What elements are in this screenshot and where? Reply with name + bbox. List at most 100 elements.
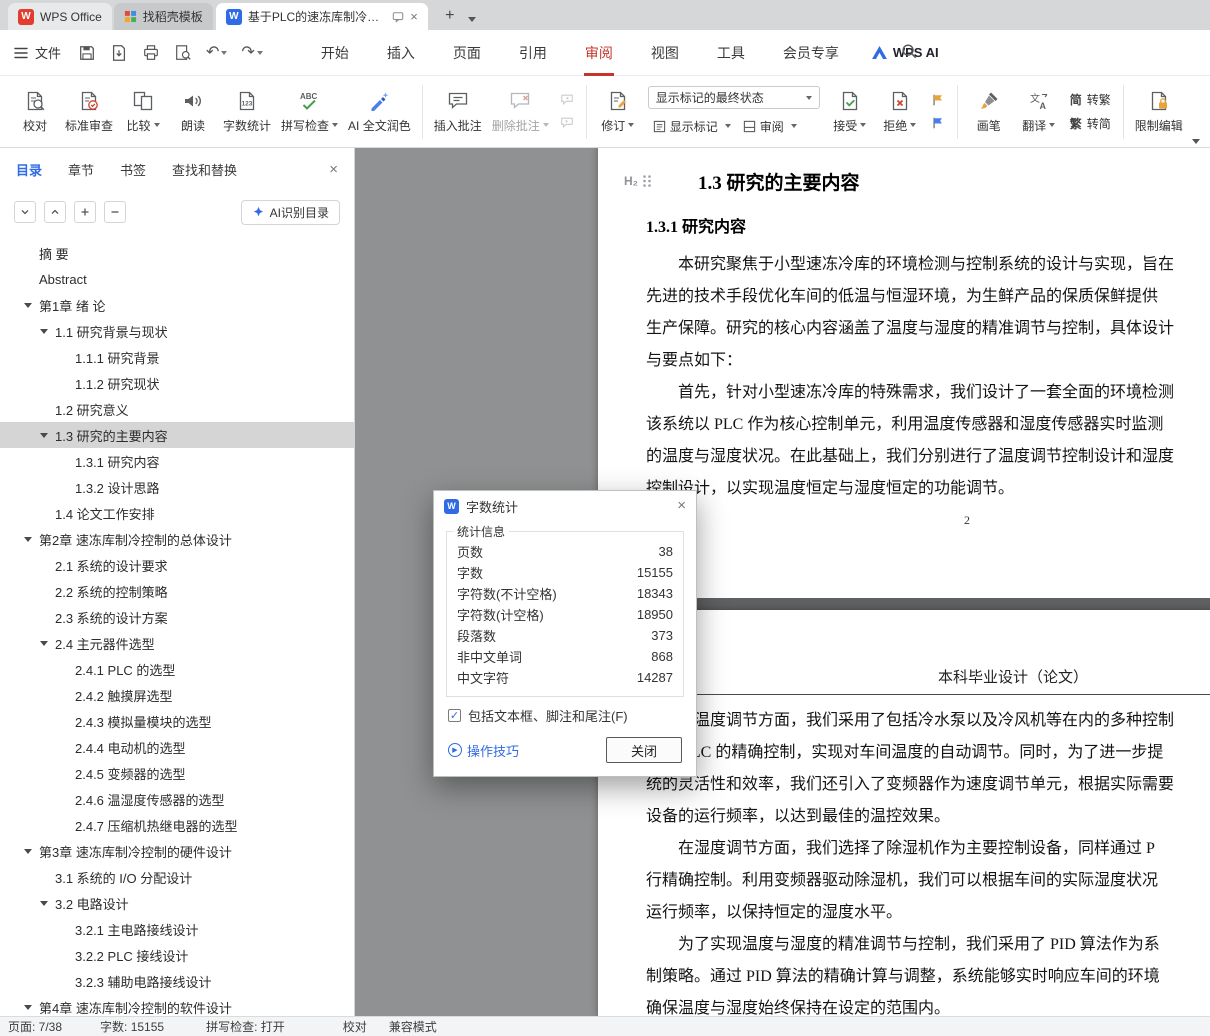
tab-reference[interactable]: 引用 xyxy=(500,30,566,76)
toc-item[interactable]: 3.2.3 辅助电路接线设计 xyxy=(0,968,354,994)
to-traditional-button[interactable]: 简 转繁 xyxy=(1070,91,1111,108)
toc-expand-arrow[interactable] xyxy=(24,1004,32,1010)
heading-level-handle[interactable]: H₂ xyxy=(624,174,652,188)
dialog-close-icon[interactable] xyxy=(677,498,686,513)
collapse-ribbon-icon[interactable] xyxy=(1192,139,1200,144)
status-proofread[interactable]: 校对 xyxy=(343,1018,367,1035)
ai-recognize-toc-button[interactable]: AI识别目录 xyxy=(240,199,340,225)
document-tab[interactable]: W 基于PLC的速冻库制冷控制系... xyxy=(215,3,428,30)
dialog-title-bar[interactable]: W 字数统计 xyxy=(434,491,696,521)
toc-item[interactable]: 1.2 研究意义 xyxy=(0,396,354,422)
sidebar-tab-bookmarks[interactable]: 书签 xyxy=(120,160,146,179)
toc-item[interactable]: 2.4.1 PLC 的选型 xyxy=(0,656,354,682)
toc-item-selected[interactable]: 1.3 研究的主要内容 xyxy=(0,422,354,448)
tab-page[interactable]: 页面 xyxy=(434,30,500,76)
tips-link[interactable]: 操作技巧 xyxy=(448,741,519,760)
toc-item[interactable]: 1.4 论文工作安排 xyxy=(0,500,354,526)
tab-tools[interactable]: 工具 xyxy=(698,30,764,76)
show-markup-button[interactable]: 显示标记 xyxy=(648,115,736,137)
save-icon[interactable] xyxy=(73,40,101,66)
toc-item[interactable]: 3.2.2 PLC 接线设计 xyxy=(0,942,354,968)
toc-item[interactable]: 1.3.1 研究内容 xyxy=(0,448,354,474)
toc-item[interactable]: 3.2.1 主电路接线设计 xyxy=(0,916,354,942)
toc-item[interactable]: 1.1.1 研究背景 xyxy=(0,344,354,370)
restrict-edit-button[interactable]: 限制编辑 xyxy=(1130,80,1188,144)
toc-item[interactable]: 2.4 主元器件选型 xyxy=(0,630,354,656)
accept-button[interactable]: 接受 xyxy=(825,80,875,144)
toc-item[interactable]: 2.3 系统的设计方案 xyxy=(0,604,354,630)
toc-item[interactable]: 2.1 系统的设计要求 xyxy=(0,552,354,578)
toc-item[interactable]: 1.1 研究背景与现状 xyxy=(0,318,354,344)
toc-item[interactable]: 第4章 速冻库制冷控制的软件设计 xyxy=(0,994,354,1016)
toc-item[interactable]: 2.4.4 电动机的选型 xyxy=(0,734,354,760)
toc-item[interactable]: 2.2 系统的控制策略 xyxy=(0,578,354,604)
previous-revision-icon[interactable] xyxy=(929,92,947,108)
new-tab-button[interactable] xyxy=(438,4,462,28)
word-count-button[interactable]: 123 字数统计 xyxy=(218,80,276,144)
toc-expand-arrow[interactable] xyxy=(40,900,48,906)
wps-office-tab[interactable]: W WPS Office xyxy=(8,3,112,30)
search-icon[interactable] xyxy=(900,42,918,60)
standard-review-button[interactable]: 标准审查 xyxy=(60,80,118,144)
read-aloud-button[interactable]: 朗读 xyxy=(168,80,218,144)
toc-expand-arrow[interactable] xyxy=(40,432,48,438)
toc-item[interactable]: 2.4.6 温湿度传感器的选型 xyxy=(0,786,354,812)
file-menu-button[interactable]: 文件 xyxy=(0,43,73,62)
ai-polish-button[interactable]: AI 全文润色 xyxy=(343,80,416,144)
tab-view[interactable]: 视图 xyxy=(632,30,698,76)
collapse-all-button[interactable] xyxy=(44,201,66,223)
close-sidebar-icon[interactable] xyxy=(329,162,338,177)
toc-item[interactable]: 2.4.5 变频器的选型 xyxy=(0,760,354,786)
status-compatibility-mode[interactable]: 兼容模式 xyxy=(389,1018,437,1035)
tab-insert[interactable]: 插入 xyxy=(368,30,434,76)
brush-button[interactable]: 画笔 xyxy=(964,80,1014,144)
toc-item[interactable]: 2.4.7 压缩机热继电器的选型 xyxy=(0,812,354,838)
close-button[interactable]: 关闭 xyxy=(606,737,682,763)
toc-expand-arrow[interactable] xyxy=(40,328,48,334)
print-icon[interactable] xyxy=(137,40,165,66)
toc-item[interactable]: 3.1 系统的 I/O 分配设计 xyxy=(0,864,354,890)
toc-item[interactable]: 2.4.3 模拟量模块的选型 xyxy=(0,708,354,734)
toc-item[interactable]: 第3章 速冻库制冷控制的硬件设计 xyxy=(0,838,354,864)
toc-item[interactable]: 3.2 电路设计 xyxy=(0,890,354,916)
zoom-in-button[interactable] xyxy=(74,201,96,223)
toc-expand-arrow[interactable] xyxy=(24,536,32,542)
toc-expand-arrow[interactable] xyxy=(24,302,32,308)
include-footnotes-checkbox[interactable]: 包括文本框、脚注和尾注(F) xyxy=(448,706,682,725)
next-revision-icon[interactable] xyxy=(929,115,947,131)
template-tab[interactable]: 找稻壳模板 xyxy=(113,3,213,30)
toc-item[interactable]: 第1章 绪 论 xyxy=(0,292,354,318)
toc-expand-arrow[interactable] xyxy=(40,640,48,646)
undo-icon[interactable]: ↶ xyxy=(201,40,232,66)
toc-expand-arrow[interactable] xyxy=(24,848,32,854)
tab-list-dropdown-icon[interactable] xyxy=(467,17,476,22)
status-word-count[interactable]: 字数: 15155 xyxy=(100,1018,164,1035)
toc-item[interactable]: 2.4.2 触摸屏选型 xyxy=(0,682,354,708)
compare-button[interactable]: 比较 xyxy=(118,80,168,144)
redo-icon[interactable]: ↷ xyxy=(236,40,267,66)
tab-home[interactable]: 开始 xyxy=(302,30,368,76)
review-pane-button[interactable]: 审阅 xyxy=(738,115,802,137)
sidebar-tab-toc[interactable]: 目录 xyxy=(16,160,42,179)
spell-check-button[interactable]: ABC 拼写检查 xyxy=(276,80,343,144)
checkbox-checked-icon[interactable] xyxy=(448,709,461,722)
tab-member[interactable]: 会员专享 xyxy=(764,30,858,76)
toc-item[interactable]: 第2章 速冻库制冷控制的总体设计 xyxy=(0,526,354,552)
markup-state-select[interactable]: 显示标记的最终状态 xyxy=(647,86,820,109)
sidebar-tab-chapters[interactable]: 章节 xyxy=(68,160,94,179)
sidebar-tab-find-replace[interactable]: 查找和替换 xyxy=(172,160,237,179)
export-icon[interactable] xyxy=(105,40,133,66)
insert-comment-button[interactable]: 插入批注 xyxy=(429,80,487,144)
reject-button[interactable]: 拒绝 xyxy=(875,80,925,144)
status-spell-check[interactable]: 拼写检查: 打开 xyxy=(206,1018,285,1035)
print-preview-icon[interactable] xyxy=(169,40,197,66)
zoom-out-button[interactable] xyxy=(104,201,126,223)
translate-button[interactable]: 文A 翻译 xyxy=(1014,80,1064,144)
track-changes-button[interactable]: 修订 xyxy=(593,80,643,144)
toc-item[interactable]: 摘 要 xyxy=(0,240,354,266)
tab-review[interactable]: 审阅 xyxy=(566,30,632,76)
toc-item[interactable]: 1.1.2 研究现状 xyxy=(0,370,354,396)
expand-all-button[interactable] xyxy=(14,201,36,223)
close-tab-icon[interactable] xyxy=(410,10,418,23)
toc-item[interactable]: 1.3.2 设计思路 xyxy=(0,474,354,500)
